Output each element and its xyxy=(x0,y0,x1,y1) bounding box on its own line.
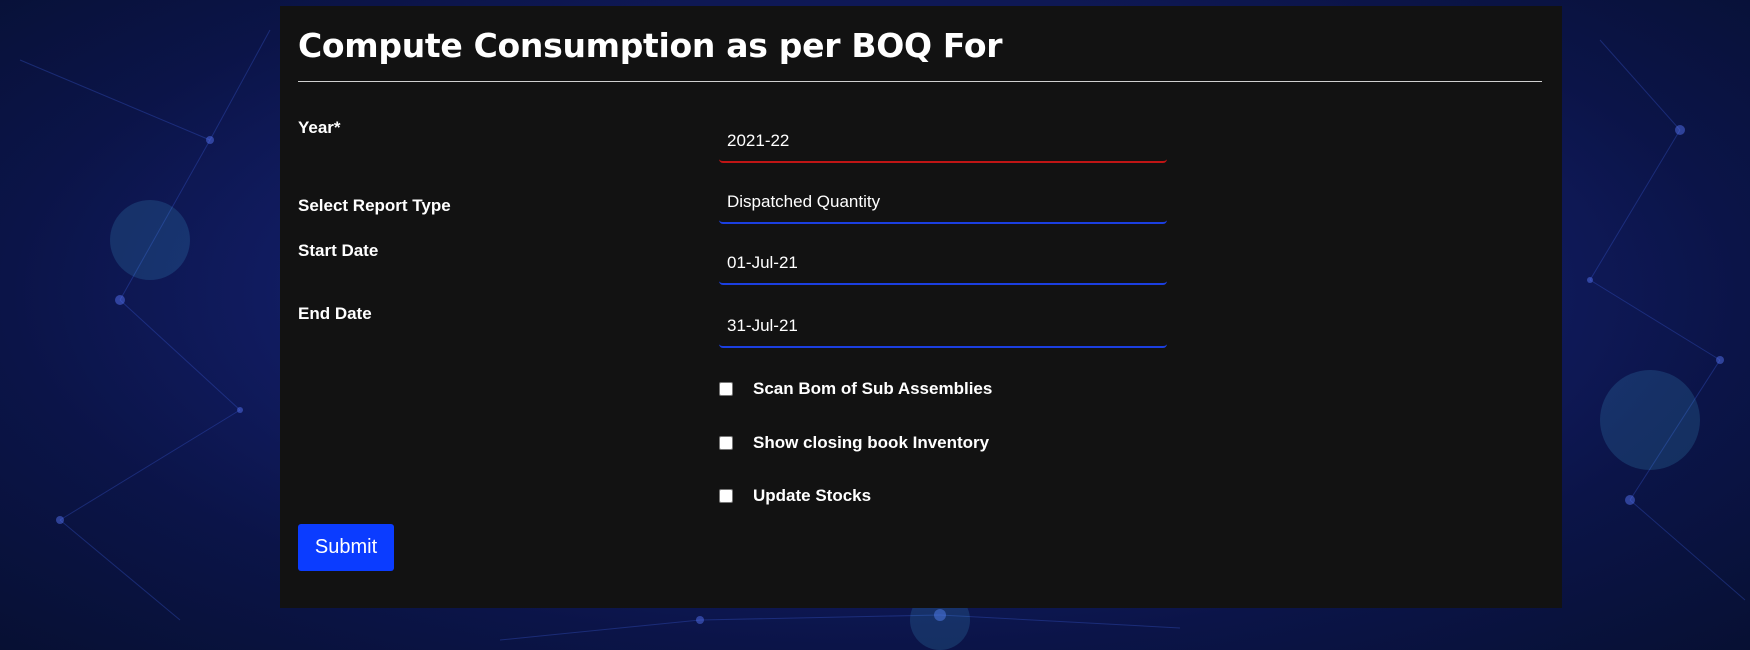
page-title: Compute Consumption as per BOQ For xyxy=(298,26,1003,65)
update-stocks-option: Update Stocks xyxy=(719,486,871,506)
year-label: Year* xyxy=(298,118,341,137)
start-date-field[interactable]: 01-Jul-21 xyxy=(719,241,1167,285)
start-date-label: Start Date xyxy=(298,241,379,260)
closing-inventory-option: Show closing book Inventory xyxy=(719,433,989,453)
update-stocks-checkbox[interactable] xyxy=(719,489,733,503)
scan-bom-checkbox[interactable] xyxy=(719,382,733,396)
report-type-select[interactable]: Dispatched Quantity xyxy=(719,180,1167,224)
year-field[interactable]: 2021-22 xyxy=(719,119,1167,163)
scan-bom-label[interactable]: Scan Bom of Sub Assemblies xyxy=(753,379,992,399)
scan-bom-option: Scan Bom of Sub Assemblies xyxy=(719,379,992,399)
title-divider xyxy=(298,81,1542,82)
closing-inventory-checkbox[interactable] xyxy=(719,436,733,450)
report-type-label: Select Report Type xyxy=(298,196,451,215)
closing-inventory-label[interactable]: Show closing book Inventory xyxy=(753,433,989,453)
end-date-field[interactable]: 31-Jul-21 xyxy=(719,304,1167,348)
submit-button[interactable]: Submit xyxy=(298,524,394,571)
report-form-panel: Compute Consumption as per BOQ For Year*… xyxy=(280,6,1562,608)
end-date-label: End Date xyxy=(298,304,372,323)
update-stocks-label[interactable]: Update Stocks xyxy=(753,486,871,506)
